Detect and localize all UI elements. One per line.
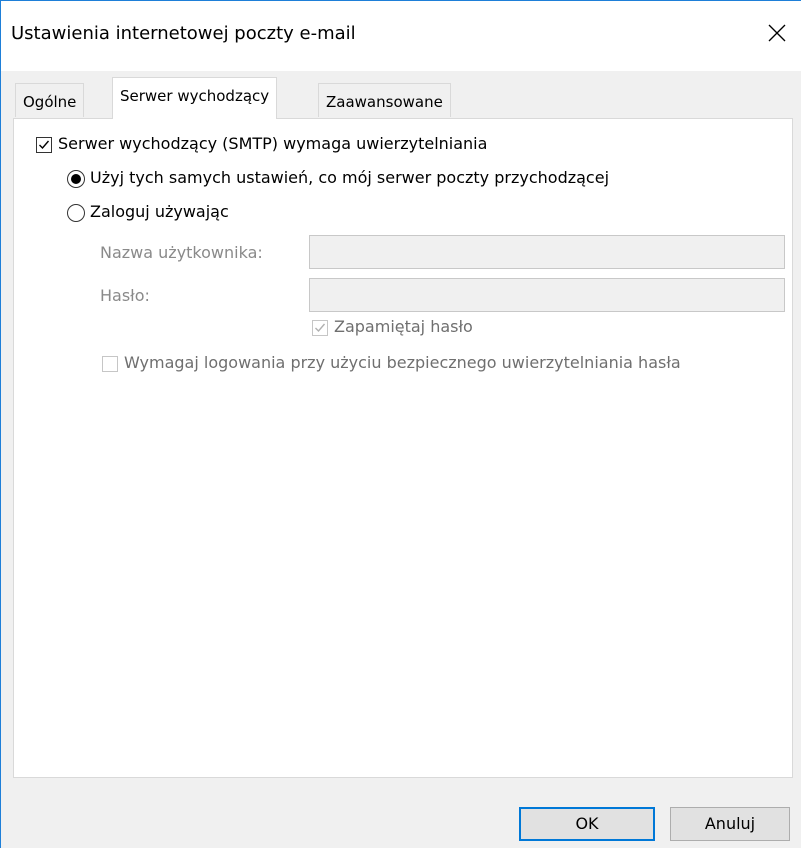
remember-password-checkbox[interactable] (312, 320, 328, 336)
cancel-button[interactable]: Anuluj (670, 807, 790, 841)
tab-outgoing-server[interactable]: Serwer wychodzący (112, 77, 278, 119)
remember-password-label: Zapamiętaj hasło (334, 317, 473, 336)
dialog-window: Ustawienia internetowej poczty e-mail Og… (0, 0, 801, 848)
checkmark-icon (39, 140, 50, 150)
username-input[interactable] (309, 235, 785, 269)
checkmark-icon (315, 323, 326, 333)
password-label: Hasło: (100, 286, 150, 305)
use-same-settings-label: Użyj tych samych ustawień, co mój serwer… (90, 168, 610, 187)
spa-checkbox[interactable] (102, 356, 118, 372)
tab-advanced[interactable]: Zaawansowane (318, 83, 451, 117)
spa-label: Wymagaj logowania przy użyciu bezpieczne… (124, 353, 681, 372)
username-label: Nazwa użytkownika: (100, 243, 263, 262)
tab-general[interactable]: Ogólne (15, 83, 85, 117)
close-button[interactable] (759, 15, 795, 51)
close-icon (768, 24, 786, 42)
tab-panel: Serwer wychodzący (SMTP) wymaga uwierzyt… (13, 118, 793, 778)
login-using-radio[interactable] (67, 204, 85, 222)
use-same-settings-radio[interactable] (67, 170, 85, 188)
login-using-label: Zaloguj używając (90, 202, 229, 221)
ok-button[interactable]: OK (519, 807, 655, 841)
title-bar: Ustawienia internetowej poczty e-mail (1, 1, 801, 71)
tab-strip: Ogólne Serwer wychodzący Zaawansowane (13, 77, 793, 119)
smtp-auth-checkbox[interactable] (36, 137, 52, 153)
window-title: Ustawienia internetowej poczty e-mail (11, 23, 356, 44)
password-input[interactable] (309, 278, 785, 312)
radio-selected-dot (71, 174, 81, 184)
smtp-auth-label: Serwer wychodzący (SMTP) wymaga uwierzyt… (58, 134, 488, 153)
